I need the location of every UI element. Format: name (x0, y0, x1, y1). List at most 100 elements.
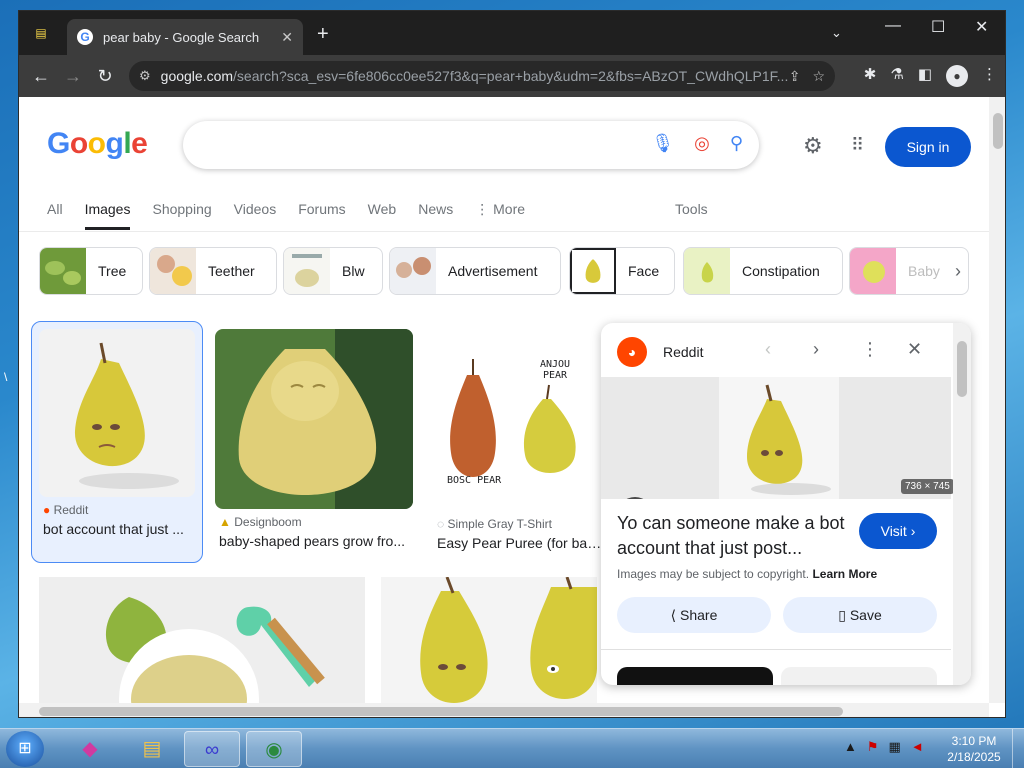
file-explorer-icon[interactable]: ▤ (124, 731, 180, 767)
chip-tree[interactable]: Tree (39, 247, 143, 295)
chip-thumb-baby (850, 248, 896, 294)
tools-button[interactable]: Tools (675, 201, 708, 217)
new-tab-button[interactable]: + (317, 23, 329, 46)
close-icon[interactable]: ✕ (907, 339, 922, 360)
share-page-icon[interactable]: ⇪ (789, 68, 801, 85)
result-title: Easy Pear Puree (for babie (437, 535, 603, 551)
chip-thumb-teether (150, 248, 196, 294)
start-button[interactable]: ⊞ (6, 731, 44, 767)
filter-web[interactable]: Web (368, 201, 397, 230)
search-input[interactable]: 🎙 ◎ ⚲ (183, 121, 759, 169)
maximize-button[interactable]: ☐ (931, 17, 945, 37)
filter-more[interactable]: ⋮ More (475, 201, 525, 230)
tray-expand-icon[interactable]: ▲ (844, 739, 857, 755)
chevron-left-icon[interactable]: ‹ (765, 339, 771, 360)
chip-constipation[interactable]: Constipation (683, 247, 843, 295)
result-source: ◌ Simple Gray T-Shirt (437, 517, 552, 531)
lens-search-icon[interactable]: ◎ (694, 133, 710, 154)
related-thumb[interactable] (781, 667, 937, 685)
panel-scrollbar[interactable] (953, 323, 971, 685)
preview-image-area[interactable]: ◎ (601, 377, 951, 499)
filter-shopping[interactable]: Shopping (152, 201, 211, 230)
filter-news[interactable]: News (418, 201, 453, 230)
taskbar-app-icon[interactable]: ◆ (62, 731, 118, 767)
bookmark-star-icon[interactable]: ☆ (812, 68, 825, 85)
chrome-taskbar-icon[interactable]: ◉ (246, 731, 302, 767)
result-image-pear-face (39, 329, 195, 497)
clock[interactable]: 3:10 PM 2/18/2025 (944, 733, 1004, 765)
back-button[interactable]: ← (25, 66, 57, 87)
chip-advertisement[interactable]: Advertisement (389, 247, 561, 295)
share-label: Share (680, 607, 718, 623)
horizontal-scrollbar[interactable] (19, 703, 989, 717)
preview-title[interactable]: Yo can someone make a bot account that j… (617, 511, 853, 561)
chevron-right-icon[interactable]: › (955, 261, 961, 282)
horizontal-scrollbar-thumb[interactable] (39, 707, 843, 716)
result-title: baby-shaped pears grow fro... (219, 533, 405, 549)
menu-kebab-icon[interactable]: ⋮ (982, 65, 997, 87)
more-vert-icon: ⋮ (475, 201, 494, 217)
settings-gear-icon[interactable]: ⚙ (803, 133, 823, 159)
save-button[interactable]: ▯ Save (783, 597, 937, 633)
result-designboom[interactable]: ▲ Designboom baby-shaped pears grow fro.… (215, 323, 415, 561)
tab-google-search[interactable]: G pear baby - Google Search ✕ (67, 19, 303, 55)
result-source-label: Designboom (234, 515, 302, 529)
result-source-label: Simple Gray T-Shirt (447, 517, 552, 531)
learn-more-link[interactable]: Learn More (812, 567, 877, 581)
minimize-button[interactable]: — (885, 17, 901, 35)
header-divider (19, 231, 989, 232)
chevron-right-icon: › (910, 523, 916, 539)
search-icon[interactable]: ⚲ (730, 133, 743, 154)
result-reddit[interactable]: ● Reddit bot account that just ... (33, 323, 201, 561)
url-path: /search?sca_esv=6fe806cc0ee527f3&q=pear+… (233, 68, 789, 84)
visit-button[interactable]: Visit › (859, 513, 937, 549)
network-icon[interactable]: ▦ (889, 739, 901, 755)
forward-button[interactable]: → (57, 66, 89, 87)
google-logo[interactable]: Google (47, 127, 148, 161)
panel-scrollbar-thumb[interactable] (957, 341, 967, 397)
side-panel-icon[interactable]: ◧ (918, 65, 932, 87)
filter-images[interactable]: Images (84, 201, 131, 230)
tab-search-icon[interactable]: ⌄ (831, 25, 842, 41)
reload-button[interactable]: ↻ (89, 66, 121, 87)
chip-face[interactable]: Face (569, 247, 675, 295)
filter-videos[interactable]: Videos (234, 201, 277, 230)
result-simple-gray-tshirt[interactable]: ANJOU PEAR BOSC PEAR ◌ Simple Gray T-Shi… (433, 323, 603, 561)
designboom-favicon-icon: ▲ (219, 515, 231, 529)
chip-baby[interactable]: Baby (849, 247, 969, 295)
tab-close-icon[interactable]: ✕ (281, 29, 293, 46)
extension-icon[interactable]: ▤ (31, 23, 51, 43)
sign-in-button[interactable]: Sign in (885, 127, 971, 167)
voice-search-icon[interactable]: 🎙 (651, 133, 674, 154)
lens-search-icon[interactable]: ◎ (617, 497, 653, 499)
labs-flask-icon[interactable]: ⚗ (890, 65, 903, 87)
vertical-scrollbar-thumb[interactable] (993, 113, 1003, 149)
taskbar-app-infinity-icon[interactable]: ∞ (184, 731, 240, 767)
chip-label: Blw (342, 263, 365, 279)
show-desktop-button[interactable] (1012, 729, 1024, 768)
result-source: ● Reddit (43, 503, 88, 517)
image-preview-panel: ◕ Reddit ‹ › ⋮ ✕ ◎ 736 × 745 Yo can some… (601, 323, 971, 685)
chip-label: Advertisement (448, 263, 538, 279)
vertical-scrollbar[interactable] (989, 97, 1005, 703)
address-bar[interactable]: ⚙ google.com /search?sca_esv=6fe806cc0ee… (129, 61, 835, 91)
related-thumb[interactable] (617, 667, 773, 685)
close-window-button[interactable]: ✕ (975, 17, 988, 37)
share-button[interactable]: ⟨ Share (617, 597, 771, 633)
filter-more-label: More (493, 201, 526, 217)
more-vert-icon[interactable]: ⋮ (861, 339, 879, 360)
filter-forums[interactable]: Forums (298, 201, 345, 230)
result-image-pear-faces-pair[interactable] (381, 577, 597, 703)
action-center-icon[interactable]: ⚑ (867, 739, 879, 755)
volume-muted-icon[interactable]: ◄ (911, 739, 924, 755)
chip-blw[interactable]: Blw (283, 247, 383, 295)
chevron-right-icon[interactable]: › (813, 339, 819, 360)
filter-all[interactable]: All (47, 201, 63, 230)
google-apps-icon[interactable]: ⠿ (851, 135, 864, 156)
site-info-icon[interactable]: ⚙ (139, 68, 151, 84)
profile-avatar-icon[interactable]: ● (946, 65, 968, 87)
preview-site-name[interactable]: Reddit (663, 344, 703, 360)
chip-teether[interactable]: Teether (149, 247, 277, 295)
extensions-icon[interactable]: ✱ (864, 65, 877, 87)
result-image-pear-puree[interactable] (39, 577, 365, 703)
